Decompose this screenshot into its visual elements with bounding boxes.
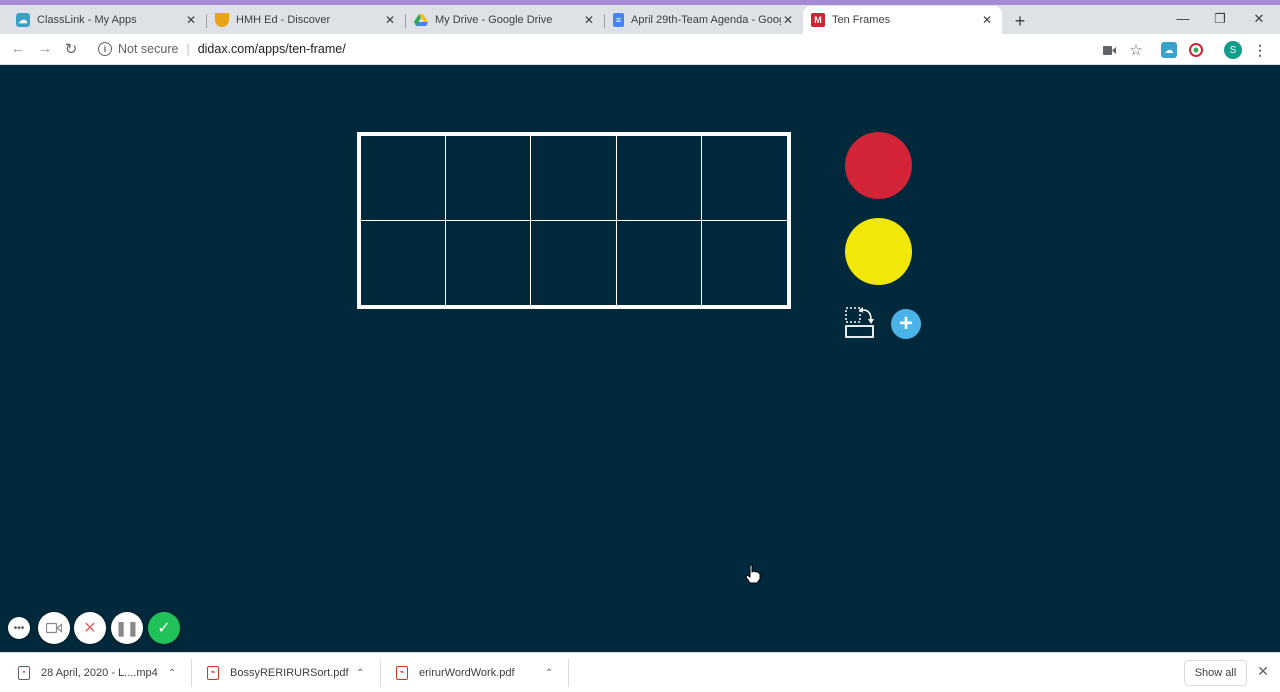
downloads-close-icon[interactable]: ✕ <box>1254 663 1272 680</box>
tab-title: My Drive - Google Drive <box>435 14 553 26</box>
download-filename: erirurWordWork.pdf <box>419 667 515 679</box>
browser-toolbar: ← → ↻ i Not secure | didax.com/apps/ten-… <box>0 34 1280 65</box>
download-divider <box>191 659 192 687</box>
hand-cursor-icon <box>745 564 761 584</box>
extension-icon[interactable] <box>1188 42 1204 58</box>
classlink-icon: ☁ <box>16 13 30 27</box>
download-filename: 28 April, 2020 - L....mp4 <box>41 667 158 679</box>
pdf-file-icon: ⌁ <box>396 666 408 680</box>
ten-frame-cell[interactable] <box>531 220 617 305</box>
new-tab-button[interactable]: + <box>1010 11 1030 32</box>
show-all-button[interactable]: Show all <box>1184 660 1247 686</box>
downloads-bar: ▪ 28 April, 2020 - L....mp4 ⌃ ⌁ BossyRER… <box>0 652 1280 692</box>
ten-frame-cell[interactable] <box>617 220 702 305</box>
ten-frame-cell[interactable] <box>361 136 447 221</box>
google-drive-icon <box>414 13 428 27</box>
camera-icon[interactable] <box>1101 42 1117 58</box>
download-item[interactable]: ⌁ BossyRERIRURSort.pdf ⌃ <box>207 653 379 692</box>
hmh-icon <box>215 13 229 27</box>
profile-avatar[interactable]: S <box>1224 41 1242 59</box>
tab-close-icon[interactable]: ✕ <box>383 13 397 27</box>
done-icon[interactable]: ✓ <box>148 612 180 644</box>
tab-title: April 29th-Team Agenda - Goog <box>631 14 781 26</box>
ten-frame-cell[interactable] <box>701 136 787 221</box>
didax-icon: M <box>811 13 825 27</box>
chevron-up-icon[interactable]: ⌃ <box>545 668 553 679</box>
rotate-frame-icon[interactable] <box>844 305 876 339</box>
address-bar[interactable]: i Not secure | didax.com/apps/ten-frame/ <box>90 37 1090 61</box>
yellow-counter[interactable] <box>845 218 912 285</box>
google-docs-icon: ≡ <box>613 13 624 27</box>
pdf-file-icon: ⌁ <box>207 666 219 680</box>
reload-icon[interactable]: ↻ <box>62 40 80 58</box>
tab-close-icon[interactable]: ✕ <box>184 13 198 27</box>
ten-frame-cell[interactable] <box>531 136 617 221</box>
menu-icon[interactable]: ⋮ <box>1252 42 1268 58</box>
tab-google-drive[interactable]: My Drive - Google Drive ✕ <box>406 6 604 34</box>
tab-title: Ten Frames <box>832 14 891 26</box>
cancel-icon[interactable]: ✕ <box>74 612 106 644</box>
info-icon[interactable]: i <box>98 42 112 56</box>
tab-close-icon[interactable]: ✕ <box>582 13 596 27</box>
video-file-icon: ▪ <box>18 666 30 680</box>
classlink-extension-icon[interactable]: ☁ <box>1161 42 1177 58</box>
bookmark-star-icon[interactable]: ☆ <box>1128 42 1144 59</box>
tab-close-icon[interactable]: ✕ <box>980 13 994 27</box>
tab-title: ClassLink - My Apps <box>37 14 137 26</box>
tab-hmh[interactable]: HMH Ed - Discover ✕ <box>207 6 405 34</box>
tab-bar: ☁ ClassLink - My Apps ✕ HMH Ed - Discove… <box>0 5 1280 34</box>
tab-title: HMH Ed - Discover <box>236 14 331 26</box>
ten-frame-cell[interactable] <box>446 220 532 305</box>
red-counter[interactable] <box>845 132 912 199</box>
download-divider <box>380 659 381 687</box>
chevron-up-icon[interactable]: ⌃ <box>356 668 364 679</box>
webcam-icon[interactable] <box>38 612 70 644</box>
chevron-up-icon[interactable]: ⌃ <box>168 668 176 679</box>
security-label: Not secure <box>118 42 179 56</box>
more-icon[interactable]: ••• <box>8 617 30 639</box>
add-frame-icon[interactable]: + <box>891 309 921 339</box>
restore-icon[interactable]: ❐ <box>1210 11 1230 27</box>
ten-frame[interactable] <box>357 132 791 309</box>
download-filename: BossyRERIRURSort.pdf <box>230 667 349 679</box>
tab-google-docs[interactable]: ≡ April 29th-Team Agenda - Goog ✕ <box>605 6 803 34</box>
omnibox-separator: | <box>186 42 190 56</box>
back-icon[interactable]: ← <box>9 40 27 57</box>
download-item[interactable]: ▪ 28 April, 2020 - L....mp4 ⌃ <box>18 653 190 692</box>
download-item[interactable]: ⌁ erirurWordWork.pdf ⌃ <box>396 653 568 692</box>
download-divider <box>568 659 569 687</box>
ten-frame-cell[interactable] <box>361 220 447 305</box>
minimize-icon[interactable]: — <box>1173 11 1193 26</box>
tab-classlink[interactable]: ☁ ClassLink - My Apps ✕ <box>8 6 206 34</box>
tab-ten-frames[interactable]: M Ten Frames ✕ <box>803 6 1002 34</box>
ten-frame-cell[interactable] <box>446 136 532 221</box>
pause-icon[interactable]: ❚❚ <box>111 612 143 644</box>
url-text[interactable]: didax.com/apps/ten-frame/ <box>198 42 346 56</box>
window-close-icon[interactable]: ✕ <box>1249 11 1269 27</box>
ten-frame-cell[interactable] <box>702 221 787 306</box>
tab-close-icon[interactable]: ✕ <box>781 13 795 27</box>
ten-frame-cell[interactable] <box>616 136 702 221</box>
forward-icon[interactable]: → <box>36 40 54 57</box>
